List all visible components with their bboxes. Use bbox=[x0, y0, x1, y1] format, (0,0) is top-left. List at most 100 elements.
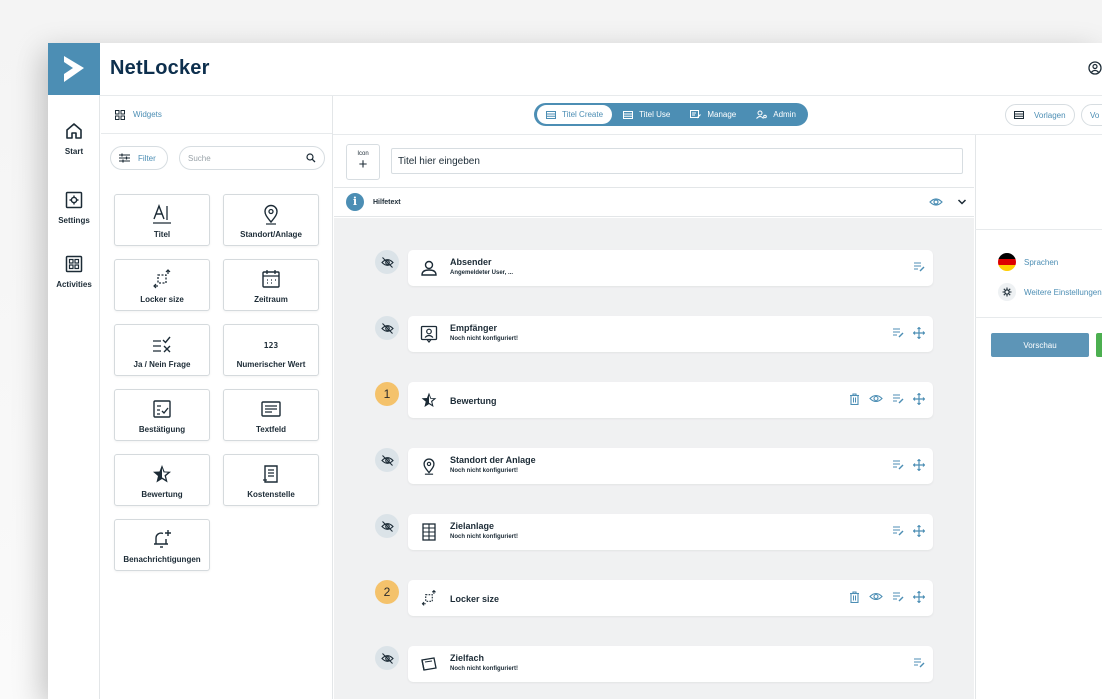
hilfetext-label: Hilfetext bbox=[373, 198, 401, 206]
icon-picker-button[interactable]: Icon + bbox=[346, 144, 380, 180]
move-icon[interactable] bbox=[913, 327, 925, 339]
form-field[interactable]: Empfänger Noch nicht konfiguriert! bbox=[408, 316, 933, 352]
list-icon bbox=[546, 110, 556, 119]
hidden-eye-icon[interactable] bbox=[375, 448, 399, 472]
delete-icon[interactable] bbox=[849, 393, 860, 405]
widgets-title: Widgets bbox=[133, 110, 162, 119]
tile-label: Ja / Nein Frage bbox=[133, 360, 191, 369]
info-icon: i bbox=[346, 193, 364, 211]
edit-icon[interactable] bbox=[892, 327, 904, 338]
edit-icon[interactable] bbox=[913, 261, 925, 272]
rail-item-settings[interactable]: Settings bbox=[48, 190, 100, 225]
title-input[interactable]: Titel hier eingeben bbox=[391, 148, 963, 174]
delete-icon[interactable] bbox=[849, 591, 860, 603]
field-title: Absender bbox=[450, 257, 492, 267]
form-field[interactable]: Standort der Anlage Noch nicht konfiguri… bbox=[408, 448, 933, 484]
star-icon bbox=[421, 392, 437, 407]
edit-icon[interactable] bbox=[892, 459, 904, 470]
tile-label: Locker size bbox=[140, 295, 184, 304]
account-icon[interactable] bbox=[1088, 61, 1102, 75]
home-icon bbox=[66, 123, 82, 139]
vorschau-button[interactable]: Vorschau bbox=[991, 333, 1089, 357]
sprachen-link[interactable]: Sprachen bbox=[998, 253, 1058, 271]
rail-item-start[interactable]: Start bbox=[48, 121, 100, 156]
tile-label: Textfeld bbox=[255, 425, 287, 434]
star-icon bbox=[115, 463, 209, 485]
svg-text:123: 123 bbox=[264, 341, 279, 350]
tab-titel-use[interactable]: Titel Use bbox=[614, 105, 679, 124]
widget-tile-standort[interactable]: Standort/Anlage bbox=[223, 194, 319, 246]
bell-plus-icon bbox=[115, 528, 209, 550]
rail-item-activities[interactable]: Activities bbox=[48, 254, 100, 289]
move-icon[interactable] bbox=[913, 459, 925, 471]
widgets-panel: Widgets Filter Suche Titel Standort/Anla… bbox=[101, 96, 333, 699]
widget-tile-locker-size[interactable]: Locker size bbox=[114, 259, 210, 311]
widget-tile-bestaetigung[interactable]: Bestätigung bbox=[114, 389, 210, 441]
eye-icon[interactable] bbox=[929, 197, 943, 207]
text-icon bbox=[115, 203, 209, 225]
field-title: Zielanlage bbox=[450, 521, 495, 531]
calendar-icon bbox=[224, 268, 318, 290]
edit-icon[interactable] bbox=[892, 393, 904, 404]
resize-icon bbox=[115, 268, 209, 290]
numeric-icon: 123 bbox=[224, 333, 318, 355]
hidden-eye-icon[interactable] bbox=[375, 250, 399, 274]
hidden-eye-icon[interactable] bbox=[375, 646, 399, 670]
widget-tile-ja-nein[interactable]: Ja / Nein Frage bbox=[114, 324, 210, 376]
order-badge: 1 bbox=[375, 382, 399, 406]
tab-admin[interactable]: Admin bbox=[747, 105, 805, 124]
widget-tile-textfeld[interactable]: Textfeld bbox=[223, 389, 319, 441]
top-right-pill-label: Vo bbox=[1090, 110, 1100, 120]
contact-icon bbox=[420, 325, 438, 343]
field-title: Empfänger bbox=[450, 323, 498, 333]
tab-label: Manage bbox=[707, 110, 737, 119]
tab-manage[interactable]: Manage bbox=[681, 105, 745, 124]
vorlagen-button[interactable]: Vorlagen bbox=[1005, 104, 1075, 126]
logo-icon[interactable] bbox=[48, 43, 100, 95]
form-field[interactable]: Zielanlage Noch nicht konfiguriert! bbox=[408, 514, 933, 550]
filter-button[interactable]: Filter bbox=[110, 146, 168, 170]
weitere-einstellungen-link[interactable]: Weitere Einstellungen bbox=[998, 283, 1102, 301]
tab-label: Admin bbox=[773, 110, 796, 119]
form-field[interactable]: Zielfach Noch nicht konfiguriert! bbox=[408, 646, 933, 682]
location-pin-icon bbox=[224, 203, 318, 225]
form-field[interactable]: Absender Angemeldeter User, ... bbox=[408, 250, 933, 286]
form-field[interactable]: Bewertung bbox=[408, 382, 933, 418]
eye-icon[interactable] bbox=[869, 591, 883, 602]
search-icon[interactable] bbox=[306, 153, 316, 163]
widget-tile-bewertung[interactable]: Bewertung bbox=[114, 454, 210, 506]
form-field[interactable]: Locker size bbox=[408, 580, 933, 616]
order-badge: 2 bbox=[375, 580, 399, 604]
textfield-icon bbox=[224, 398, 318, 420]
widgets-icon bbox=[115, 109, 125, 120]
search-input[interactable]: Suche bbox=[179, 146, 325, 170]
hidden-eye-icon[interactable] bbox=[375, 514, 399, 538]
edit-icon[interactable] bbox=[892, 591, 904, 602]
move-icon[interactable] bbox=[913, 525, 925, 537]
rail-label: Start bbox=[64, 147, 84, 156]
eye-icon[interactable] bbox=[869, 393, 883, 404]
resize-icon bbox=[421, 589, 436, 606]
top-right-pill[interactable]: Vo bbox=[1081, 104, 1102, 126]
field-subtitle: Noch nicht konfiguriert! bbox=[450, 468, 518, 474]
tab-titel-create[interactable]: Titel Create bbox=[537, 105, 613, 124]
field-title: Zielfach bbox=[450, 653, 485, 663]
move-icon[interactable] bbox=[913, 393, 925, 405]
document-icon bbox=[224, 463, 318, 485]
widget-tile-kostenstelle[interactable]: Kostenstelle bbox=[223, 454, 319, 506]
hilfetext-row[interactable]: i Hilfetext bbox=[334, 187, 974, 217]
edit-icon[interactable] bbox=[913, 657, 925, 668]
save-button[interactable] bbox=[1096, 333, 1102, 357]
app-window: NetLocker Start Settings Activities Widg… bbox=[48, 43, 1102, 699]
edit-icon[interactable] bbox=[892, 525, 904, 536]
compartment-icon bbox=[421, 657, 437, 671]
widget-tile-numerisch[interactable]: 123 Numerischer Wert bbox=[223, 324, 319, 376]
widget-tile-titel[interactable]: Titel bbox=[114, 194, 210, 246]
widget-tile-benachrichtigungen[interactable]: Benachrichtigungen bbox=[114, 519, 210, 571]
chevron-down-icon[interactable] bbox=[957, 198, 967, 206]
field-title: Locker size bbox=[450, 594, 500, 604]
panel-divider bbox=[975, 229, 1102, 230]
widget-tile-zeitraum[interactable]: Zeitraum bbox=[223, 259, 319, 311]
move-icon[interactable] bbox=[913, 591, 925, 603]
hidden-eye-icon[interactable] bbox=[375, 316, 399, 340]
